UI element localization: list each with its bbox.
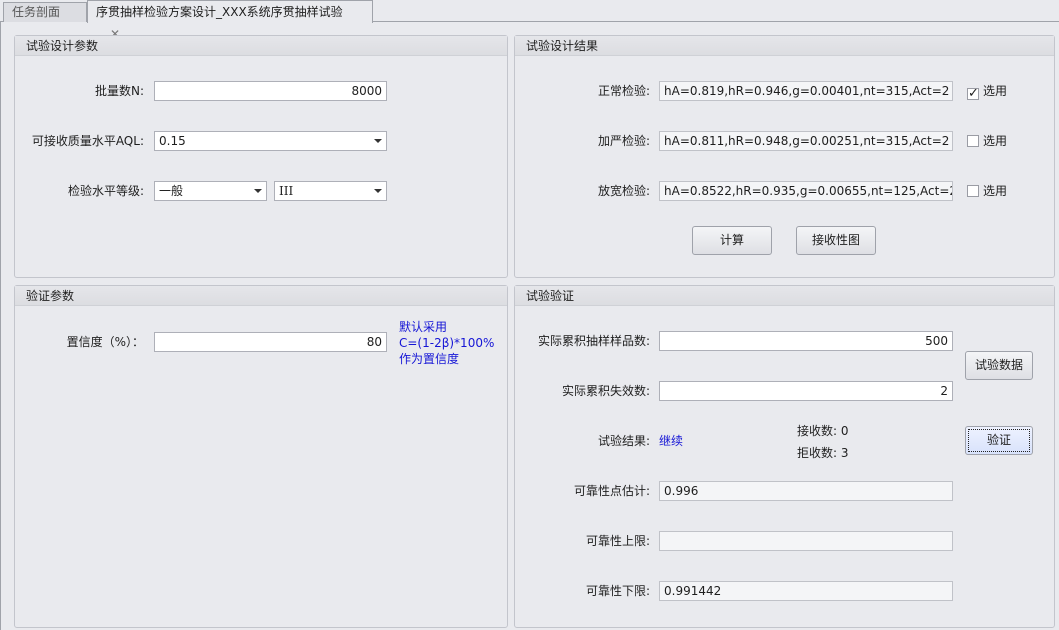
samples-input[interactable]: 500: [659, 331, 953, 351]
test-data-button[interactable]: 试验数据: [965, 351, 1033, 380]
result-label: 试验结果:: [597, 434, 650, 448]
tab-label: 序贯抽样检验方案设计_XXX系统序贯抽样试验: [96, 5, 343, 19]
checkbox-unchecked-icon: [967, 135, 979, 147]
tab-sequential-sampling[interactable]: 序贯抽样检验方案设计_XXX系统序贯抽样试验 ✕: [87, 0, 373, 41]
normal-inspection-value[interactable]: hA=0.819,hR=0.946,g=0.00401,nt=315,Act=2: [659, 81, 953, 101]
checkbox-unchecked-icon: [967, 185, 979, 197]
tightened-inspection-select-checkbox[interactable]: 选用: [967, 133, 1007, 149]
batch-size-label: 批量数N:: [94, 84, 144, 98]
group-title: 验证参数: [15, 286, 507, 306]
note-line: C=(1-2β)*100%: [399, 336, 495, 350]
point-estimate-label: 可靠性点估计:: [573, 484, 650, 498]
tightened-inspection-label: 加严检验:: [597, 134, 650, 148]
tab-mission-profile[interactable]: 任务剖面: [3, 2, 87, 22]
group-title: 试验验证: [515, 286, 1054, 306]
checkbox-checked-icon: ✓: [967, 86, 979, 101]
verify-button[interactable]: 验证: [965, 426, 1033, 455]
note-line: 作为置信度: [399, 352, 460, 366]
normal-inspection-select-checkbox[interactable]: ✓ 选用: [967, 83, 1008, 101]
level-grade-value: III: [279, 184, 294, 198]
lower-limit-value[interactable]: 0.991442: [659, 581, 953, 601]
aql-value: 0.15: [159, 134, 186, 148]
aql-label: 可接收质量水平AQL:: [31, 134, 144, 148]
oc-curve-button[interactable]: 接收性图: [796, 226, 876, 255]
reduced-inspection-label: 放宽检验:: [597, 184, 650, 198]
upper-limit-label: 可靠性上限:: [585, 534, 650, 548]
result-value: 继续: [659, 434, 684, 448]
failures-input[interactable]: 2: [659, 381, 953, 401]
point-estimate-value[interactable]: 0.996: [659, 481, 953, 501]
confidence-note: 默认采用 C=(1-2β)*100% 作为置信度: [399, 319, 494, 367]
checkbox-label: 选用: [983, 84, 1008, 98]
chevron-down-icon: [374, 139, 382, 143]
reduced-inspection-value[interactable]: hA=0.8522,hR=0.935,g=0.00655,nt=125,Act=…: [659, 181, 953, 201]
tab-bar: 任务剖面 序贯抽样检验方案设计_XXX系统序贯抽样试验 ✕: [0, 0, 1059, 41]
confidence-label: 置信度（%）：: [66, 335, 144, 349]
checkbox-label: 选用: [983, 134, 1008, 148]
reduced-inspection-select-checkbox[interactable]: 选用: [967, 183, 1007, 199]
group-title: 试验设计参数: [15, 36, 507, 56]
calculate-button[interactable]: 计算: [692, 226, 772, 255]
chevron-down-icon: [374, 189, 382, 193]
chevron-down-icon: [254, 189, 262, 193]
reject-count: 拒收数: 3: [797, 446, 849, 460]
tab-label: 任务剖面: [12, 5, 61, 19]
samples-label: 实际累积抽样样品数:: [537, 334, 650, 348]
inspection-level-grade-select[interactable]: III: [274, 181, 387, 201]
accept-count: 接收数: 0: [797, 424, 849, 438]
checkbox-label: 选用: [983, 184, 1008, 198]
inspection-level-label: 检验水平等级:: [67, 184, 144, 198]
batch-size-input[interactable]: 8000: [154, 81, 387, 101]
upper-limit-value[interactable]: [659, 531, 953, 551]
failures-label: 实际累积失效数:: [561, 384, 650, 398]
level-type-value: 一般: [159, 184, 184, 198]
design-params-group: 试验设计参数: [14, 35, 508, 278]
confidence-input[interactable]: 80: [154, 332, 387, 352]
aql-select[interactable]: 0.15: [154, 131, 387, 151]
tightened-inspection-value[interactable]: hA=0.811,hR=0.948,g=0.00251,nt=315,Act=2: [659, 131, 953, 151]
lower-limit-label: 可靠性下限:: [585, 584, 650, 598]
note-line: 默认采用: [399, 320, 448, 334]
group-title: 试验设计结果: [515, 36, 1054, 56]
design-results-group: 试验设计结果: [514, 35, 1055, 278]
normal-inspection-label: 正常检验:: [597, 84, 650, 98]
inspection-level-type-select[interactable]: 一般: [154, 181, 267, 201]
